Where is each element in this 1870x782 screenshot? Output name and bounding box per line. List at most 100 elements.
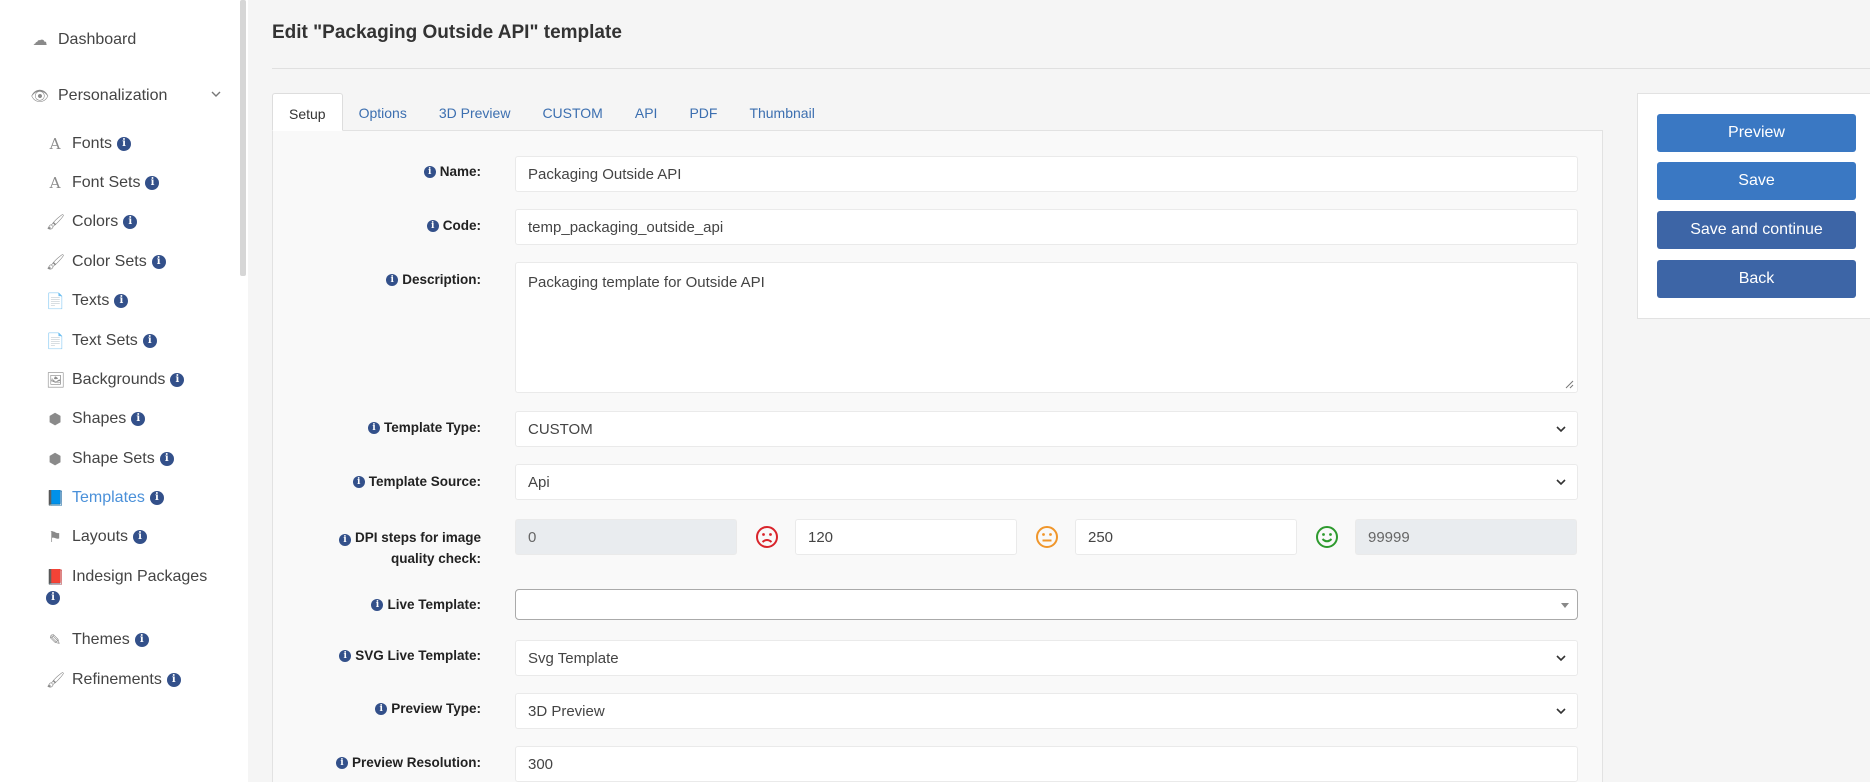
sidebar-item-texts[interactable]: 📄 Texts i — [46, 292, 129, 310]
info-icon[interactable]: i — [352, 475, 365, 488]
sidebar-scrollbar[interactable] — [240, 0, 246, 276]
flag-icon: ⚑ — [48, 528, 62, 546]
sidebar-item-shapes[interactable]: ⬢ Shapes i — [46, 410, 146, 428]
nav-dashboard[interactable]: ☁ Dashboard — [30, 31, 137, 49]
dpi-label: i DPI steps for image quality check: — [338, 527, 481, 569]
tab-custom[interactable]: CUSTOM — [526, 93, 618, 131]
info-icon[interactable]: i — [117, 137, 132, 151]
info-icon[interactable]: i — [134, 633, 149, 647]
dpi-low-input[interactable]: 120 — [795, 519, 1017, 555]
sidebar-item-label: Indesign Packages — [72, 568, 208, 585]
sidebar-item-label: Texts — [72, 292, 110, 309]
tab-thumbnail[interactable]: Thumbnail — [733, 93, 830, 131]
book-icon: 📘 — [46, 489, 65, 507]
dpi-mid-input[interactable]: 250 — [1075, 519, 1297, 555]
sidebar-item-layouts[interactable]: ⚑ Layouts i — [46, 528, 148, 546]
paint-brush-icon: 🖌 — [46, 213, 66, 231]
sidebar-item-text-sets[interactable]: 📄 Text Sets i — [46, 332, 157, 350]
cloud-icon: ☁ — [32, 32, 48, 49]
resize-handle-icon[interactable] — [1564, 379, 1574, 389]
preview-type-select[interactable]: 3D Preview — [515, 693, 1578, 729]
info-icon[interactable]: i — [170, 373, 185, 387]
page-title: Edit "Packaging Outside API" template — [272, 22, 622, 43]
sidebar-item-refinements[interactable]: 🖌 Refinements i — [46, 671, 181, 689]
nav-personalization[interactable]: 👁 Personalization — [30, 87, 167, 105]
info-icon[interactable]: i — [131, 412, 146, 426]
info-icon[interactable]: i — [123, 215, 138, 229]
sidebar-item-shape-sets[interactable]: ⬢ Shape Sets i — [46, 450, 174, 468]
info-icon[interactable]: i — [159, 452, 174, 466]
tab-options[interactable]: Options — [343, 93, 423, 131]
chevron-down-icon — [1556, 426, 1566, 433]
info-icon[interactable]: i — [371, 598, 384, 611]
sidebar-item-font-sets[interactable]: A Font Sets i — [46, 174, 160, 192]
sidebar-item-label: Shapes — [72, 410, 127, 427]
info-icon[interactable]: i — [367, 421, 380, 434]
sidebar-item-backgrounds[interactable]: 🖼 Backgrounds i — [46, 371, 185, 389]
info-icon[interactable]: i — [133, 530, 148, 544]
chevron-down-icon — [1556, 655, 1566, 662]
preview-resolution-label: i Preview Resolution: — [335, 755, 481, 770]
info-icon[interactable]: i — [145, 176, 160, 190]
sidebar-item-label: Shape Sets — [72, 450, 155, 467]
info-icon[interactable]: i — [149, 491, 164, 505]
info-icon[interactable]: i — [166, 673, 181, 687]
sidebar-item-label: Colors — [72, 213, 119, 230]
preview-resolution-input[interactable]: 300 — [515, 746, 1578, 782]
tab-setup[interactable]: Setup — [272, 93, 343, 131]
eye-icon: 👁 — [30, 88, 50, 105]
book-icon: 📕 — [46, 568, 65, 586]
font-icon: A — [49, 174, 61, 192]
sidebar-item-label: Fonts — [72, 135, 113, 152]
info-icon[interactable]: i — [426, 219, 439, 232]
sidebar-item-indesign-packages[interactable]: 📕 Indesign Packages i — [46, 568, 208, 605]
template-type-select[interactable]: CUSTOM — [515, 411, 1578, 447]
info-icon[interactable]: i — [142, 334, 157, 348]
save-and-continue-button[interactable]: Save and continue — [1657, 211, 1856, 249]
description-textarea[interactable]: Packaging template for Outside API — [515, 262, 1578, 393]
sidebar-item-label: Color Sets — [72, 253, 147, 270]
meh-icon — [1036, 526, 1058, 548]
paint-brush-icon: 🖌 — [46, 671, 66, 689]
info-icon[interactable]: i — [114, 294, 129, 308]
sidebar-item-themes[interactable]: ✎ Themes i — [46, 631, 149, 649]
template-type-label: i Template Type: — [367, 420, 481, 435]
save-button[interactable]: Save — [1657, 162, 1856, 200]
info-icon[interactable]: i — [151, 255, 166, 269]
code-input[interactable]: temp_packaging_outside_api — [515, 209, 1578, 245]
name-input[interactable]: Packaging Outside API — [515, 156, 1578, 192]
info-icon[interactable]: i — [386, 273, 399, 286]
sidebar-item-label: Layouts — [72, 528, 129, 545]
sidebar-item-label: Refinements — [72, 671, 162, 688]
template-source-label: i Template Source: — [352, 474, 481, 489]
sidebar-item-label: Backgrounds — [72, 371, 166, 388]
info-icon[interactable]: i — [339, 649, 352, 662]
back-button[interactable]: Back — [1657, 260, 1856, 298]
smile-icon — [1316, 526, 1338, 548]
nav-personalization-label: Personalization — [58, 87, 168, 104]
info-icon[interactable]: i — [335, 756, 348, 769]
sidebar-item-fonts[interactable]: A Fonts i — [46, 135, 132, 153]
info-icon[interactable]: i — [338, 534, 351, 546]
chevron-down-icon — [1556, 479, 1566, 486]
sidebar-item-color-sets[interactable]: 🖌 Color Sets i — [46, 253, 166, 271]
live-template-select[interactable] — [515, 589, 1578, 620]
file-text-icon: 📄 — [46, 292, 65, 310]
tab-3d-preview[interactable]: 3D Preview — [423, 93, 527, 131]
template-source-select[interactable]: Api — [515, 464, 1578, 500]
code-label: i Code: — [426, 218, 481, 233]
tab-pdf[interactable]: PDF — [673, 93, 733, 131]
eyedropper-icon: ✎ — [48, 631, 62, 649]
chevron-down-icon[interactable] — [210, 88, 222, 100]
info-icon[interactable]: i — [375, 702, 388, 715]
preview-button[interactable]: Preview — [1657, 114, 1856, 152]
info-icon[interactable]: i — [46, 591, 60, 605]
description-label: i Description: — [386, 272, 481, 287]
info-icon[interactable]: i — [423, 165, 436, 178]
svg-live-template-select[interactable]: Svg Template — [515, 640, 1578, 676]
file-text-icon: 📄 — [46, 332, 65, 350]
sidebar-item-templates[interactable]: 📘 Templates i — [46, 489, 164, 507]
caret-down-icon — [1561, 603, 1569, 608]
sidebar-item-colors[interactable]: 🖌 Colors i — [46, 213, 138, 231]
tab-api[interactable]: API — [619, 93, 674, 131]
